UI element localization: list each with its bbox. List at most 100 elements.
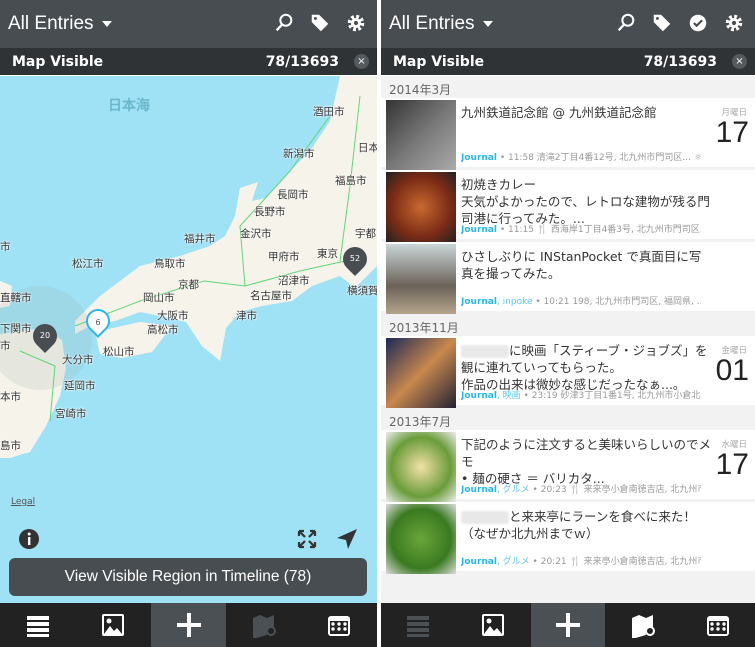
entry-meta: Journal • 11:58 清滝2丁目4番12号, 北九州市門司区... ☼… (461, 150, 701, 163)
entry-meta: Journal • 11:15 🍴 西海岸1丁目4番3号, 北九州市門司区... (461, 222, 701, 235)
tab-photos[interactable] (75, 603, 150, 647)
city-label: 津市 (236, 310, 257, 322)
tab-add[interactable] (530, 603, 606, 647)
tab-photos[interactable] (456, 603, 531, 647)
tag-icon[interactable] (309, 12, 331, 34)
tab-list[interactable] (0, 603, 75, 647)
cluster-marker[interactable]: 20 (28, 319, 62, 353)
city-label: 本市 (0, 391, 21, 403)
journal-label: Journal (461, 297, 497, 307)
entry-text-wrap: ひさしぶりに INStanPocket で真面目に写真を撮ってみた。 (461, 248, 711, 282)
entry-meta: Journal, inpoke • 10:21 198, 北九州市門司区, 福岡… (461, 294, 701, 307)
sea-label: 日本海 (108, 98, 150, 114)
list-icon (407, 616, 430, 637)
entry-row[interactable]: 下記のように注文すると美味いらしいのでメモ • 麺の硬さ ＝ バリカタ... J… (381, 430, 755, 502)
entry-photo (386, 244, 456, 314)
tab-map[interactable] (605, 603, 680, 647)
filter-label: Map Visible (12, 53, 104, 70)
search-icon[interactable] (615, 12, 637, 34)
filter-bar: Map Visible 78/13693 × (0, 48, 377, 75)
entry-text: 初焼きカレー 天気がよかったので、レトロな建物が残る門司港に行ってみた。... (461, 177, 710, 226)
chevron-down-icon (101, 20, 112, 27)
time-location: • 11:15 🍴 西海岸1丁目4番3号, 北九州市門司区... (496, 225, 701, 235)
close-filter-button[interactable]: × (732, 54, 747, 69)
blurred-name (461, 511, 509, 524)
add-icon (176, 613, 201, 637)
tab-bar (0, 603, 377, 647)
cluster-marker[interactable]: 52 (338, 242, 372, 276)
expand-icon[interactable] (296, 528, 318, 550)
timeline-screen: All Entries Map Visible 78/13693 × 2014年… (381, 0, 755, 647)
city-label: 大分市 (62, 354, 94, 366)
list-icon (26, 616, 49, 637)
close-filter-button[interactable]: × (354, 54, 369, 69)
add-icon (555, 613, 580, 637)
photos-icon (482, 614, 505, 636)
header: All Entries (381, 0, 755, 48)
city-label: 甲府市 (268, 251, 300, 263)
tags: , inpoke (496, 297, 533, 307)
entry-row[interactable]: 九州鉄道記念館 @ 九州鉄道記念館 Journal • 11:58 清滝2丁目4… (381, 98, 755, 170)
city-label: 下関市 (0, 323, 32, 335)
chevron-down-icon (482, 20, 493, 27)
time-location: • 11:58 清滝2丁目4番12号, 北九州市門司区... ☼ 1... (496, 153, 701, 163)
title: All Entries (389, 13, 475, 34)
journal-label: Journal (461, 485, 497, 495)
journal-selector[interactable]: All Entries (8, 13, 112, 35)
journal-selector[interactable]: All Entries (389, 13, 493, 35)
search-icon[interactable] (273, 12, 295, 34)
tag-icon[interactable] (651, 12, 673, 34)
city-label: 名古屋市 (250, 290, 292, 302)
location-arrow-icon[interactable] (335, 527, 359, 551)
view-visible-region-button[interactable]: View Visible Region in Timeline (78) (9, 558, 367, 596)
timeline-list[interactable]: 2014年3月 九州鉄道記念館 @ 九州鉄道記念館 Journal • 11:5… (381, 76, 755, 603)
entry-text-wrap: 下記のように注文すると美味いらしいのでメモ • 麺の硬さ ＝ バリカタ... (461, 436, 711, 487)
entry-row[interactable]: と来来亭にラーンを食べに来た！ （なぜか北九州までｗ） Journal, グルメ… (381, 502, 755, 574)
tab-calendar[interactable] (680, 603, 755, 647)
date-section-header: 2013年7月 (389, 415, 452, 429)
date-section-header: 2014年3月 (389, 83, 452, 97)
date-section-header: 2013年11月 (389, 321, 459, 335)
map-screen: All Entries Map Visible 78/13693 × 日本海 酒… (0, 0, 377, 647)
city-label: 市 (0, 340, 11, 352)
entry-row[interactable]: ひさしぶりに INStanPocket で真面目に写真を撮ってみた。 Journ… (381, 242, 755, 314)
gear-icon[interactable] (345, 12, 367, 34)
legal-link[interactable]: Legal (11, 497, 35, 507)
map-land (0, 76, 377, 458)
tab-calendar[interactable] (302, 603, 377, 647)
tab-list[interactable] (381, 603, 456, 647)
city-label: 直轄市 (0, 292, 32, 304)
city-label: 京都 (178, 279, 199, 291)
city-label: 新潟市 (283, 148, 315, 160)
city-label: 高松市 (147, 324, 179, 336)
time-location: • 10:21 198, 北九州市門司区, 福岡県, ... (532, 297, 701, 307)
tab-add[interactable] (150, 603, 227, 647)
city-label: 東京 (317, 248, 338, 260)
check-circle-icon[interactable] (687, 12, 709, 34)
city-label: 福井市 (184, 233, 216, 245)
calendar-icon (328, 616, 351, 636)
filter-label: Map Visible (393, 53, 485, 70)
city-label: 宇都 (355, 228, 376, 240)
tags: , 映画 (496, 391, 521, 401)
city-label: 沼津市 (278, 275, 310, 287)
info-icon[interactable] (18, 528, 40, 550)
tags: , グルメ (496, 557, 530, 567)
filter-bar: Map Visible 78/13693 × (381, 48, 755, 75)
entry-photo (386, 432, 456, 502)
entry-text: 下記のように注文すると美味いらしいのでメモ • 麺の硬さ ＝ バリカタ... (461, 437, 712, 486)
entry-count: 78/13693 (643, 53, 717, 70)
entry-text: 九州鉄道記念館 @ 九州鉄道記念館 (461, 105, 657, 120)
journal-label: Journal (461, 225, 497, 235)
tab-map[interactable] (226, 603, 301, 647)
time-location: • 20:21 🍴 来来亭小倉南徳吉店, 北九州市小... (532, 557, 701, 567)
journal-label: Journal (461, 391, 497, 401)
entry-row[interactable]: に映画「スティーブ・ジョブズ」を観に連れていってもらった。 作品の出来は微妙な感… (381, 336, 755, 408)
entry-row[interactable]: 初焼きカレー 天気がよかったので、レトロな建物が残る門司港に行ってみた。... … (381, 170, 755, 242)
day-number: 17 (715, 448, 749, 481)
entry-text-wrap: と来来亭にラーンを食べに来た！ （なぜか北九州までｗ） (461, 508, 711, 542)
city-label: 長野市 (254, 206, 286, 218)
map-view[interactable]: 日本海 酒田市 新潟市 福島市 日本 長岡市 長野市 福井市 金沢市 宇都 甲府市 東京 松江市 鳥取市… (0, 76, 377, 520)
gear-icon[interactable] (723, 12, 745, 34)
city-label: 宮崎市 (55, 408, 87, 420)
